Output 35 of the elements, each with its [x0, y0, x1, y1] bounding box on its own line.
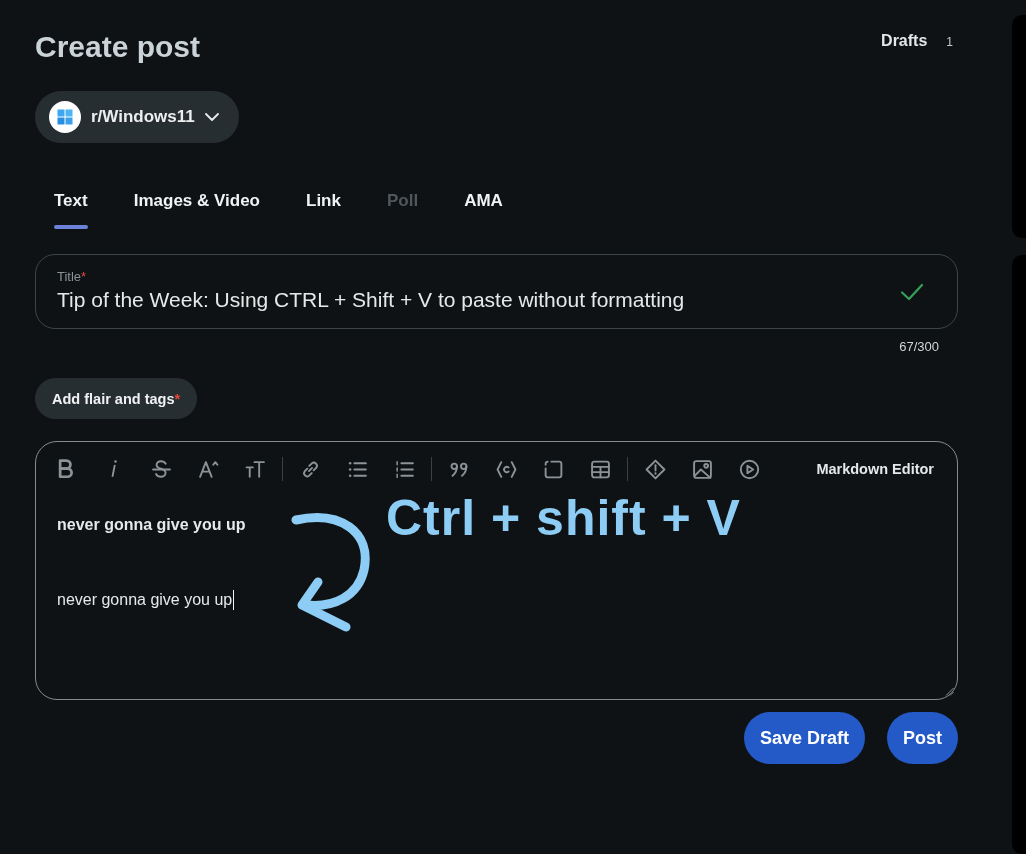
post-type-tab[interactable]: AMA	[464, 181, 503, 229]
text-size-icon	[244, 458, 266, 480]
resize-handle-icon[interactable]	[945, 687, 954, 696]
image-icon	[691, 458, 713, 480]
title-input-field[interactable]: Title* Tip of the Week: Using CTRL + Shift + V to paste without formatting	[35, 254, 958, 329]
strikethrough-icon	[150, 458, 172, 480]
character-counter: 67/300	[899, 339, 939, 355]
body-text: never gonna give you up	[57, 515, 246, 535]
body-text: never gonna give you up	[57, 590, 233, 610]
draft-count: 1	[946, 34, 953, 51]
handwritten-note: Ctrl + shift + V	[386, 489, 741, 548]
community-selector[interactable]: r/Windows11	[35, 91, 239, 143]
square-corner-icon	[542, 458, 564, 480]
post-type-tab[interactable]: Text	[54, 181, 88, 229]
code-icon	[495, 458, 517, 480]
save-draft-button[interactable]: Save Draft	[743, 712, 865, 764]
community-avatar-icon	[49, 101, 81, 133]
field-label: Title*	[57, 269, 87, 285]
body-editor[interactable]: Markdown Editor never gonna give you up never gonna give you up Ctrl + shift + V	[35, 441, 958, 700]
field-value: Tip of the Week: Using CTRL + Shift + V to paste without formatting	[57, 288, 685, 312]
table-icon	[589, 458, 611, 480]
add-flair-button[interactable]: Add flair and tags*	[35, 378, 198, 419]
post-type-tab[interactable]: Link	[306, 181, 341, 229]
chevron-down-icon	[204, 113, 219, 121]
markdown-editor-button[interactable]: Markdown Editor	[816, 461, 934, 477]
play-circle-icon	[738, 458, 760, 480]
drafts-button[interactable]: Drafts 1	[881, 31, 953, 52]
numbered-list-icon	[393, 458, 415, 480]
community-name: r/Windows11	[91, 107, 195, 127]
italic-icon	[111, 460, 117, 478]
diamond-alert-icon	[644, 458, 666, 480]
superscript-icon	[197, 458, 219, 480]
post-button[interactable]: Post	[887, 712, 958, 764]
page-title: Create post	[35, 29, 201, 65]
post-type-tab[interactable]: Images & Video	[133, 181, 260, 229]
